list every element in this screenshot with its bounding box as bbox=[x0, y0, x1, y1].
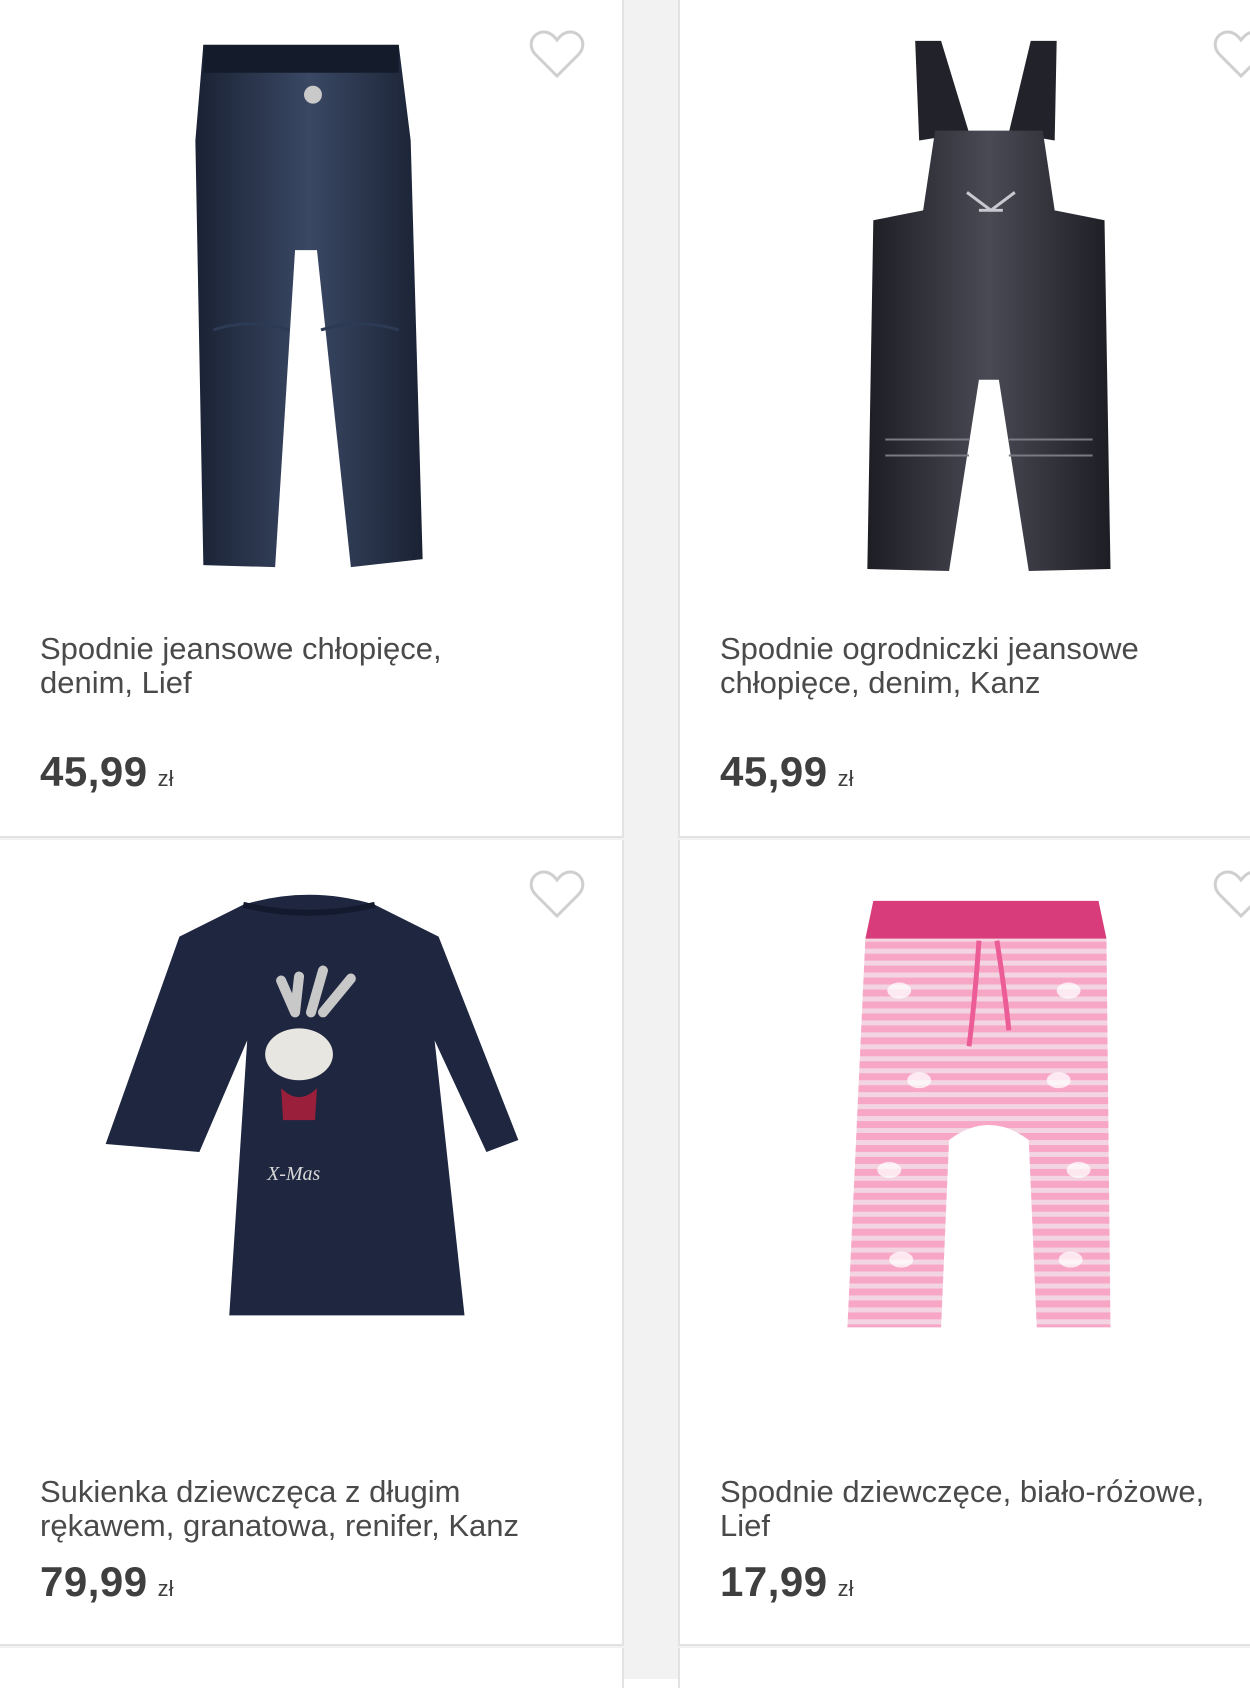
product-card[interactable]: Spodnie jeansowe chłopięce, denim, Lief … bbox=[0, 0, 624, 838]
product-name[interactable]: Spodnie dziewczęce, biało-różowe, Lief bbox=[720, 1475, 1240, 1543]
product-price: 79,99 zł bbox=[40, 1558, 174, 1606]
price-amount: 45,99 bbox=[40, 748, 148, 795]
product-image-pink-pants[interactable] bbox=[680, 840, 1250, 1440]
heart-outline-icon[interactable] bbox=[1212, 868, 1250, 920]
product-name[interactable]: Spodnie jeansowe chłopięce, denim, Lief bbox=[40, 632, 612, 700]
price-amount: 17,99 bbox=[720, 1558, 828, 1605]
product-card-partial[interactable] bbox=[0, 1648, 624, 1688]
price-currency: zł bbox=[837, 1576, 854, 1601]
product-image-jeans[interactable] bbox=[0, 0, 622, 600]
heart-outline-icon[interactable] bbox=[1212, 28, 1250, 80]
product-card[interactable]: Spodnie ogrodniczki jeansowe chłopięce, … bbox=[678, 0, 1250, 838]
svg-text:X-Mas: X-Mas bbox=[266, 1163, 320, 1185]
heart-outline-icon[interactable] bbox=[528, 28, 586, 80]
price-amount: 45,99 bbox=[720, 748, 828, 795]
product-price: 45,99 zł bbox=[720, 748, 854, 796]
product-price: 45,99 zł bbox=[40, 748, 174, 796]
product-image-overalls[interactable] bbox=[680, 0, 1250, 600]
product-image-dress[interactable]: X-Mas bbox=[0, 840, 622, 1440]
product-card[interactable]: Spodnie dziewczęce, biało-różowe, Lief 1… bbox=[678, 840, 1250, 1646]
product-card-partial[interactable] bbox=[678, 1648, 1250, 1688]
product-price: 17,99 zł bbox=[720, 1558, 854, 1606]
price-amount: 79,99 bbox=[40, 1558, 148, 1605]
heart-outline-icon[interactable] bbox=[528, 868, 586, 920]
price-currency: zł bbox=[157, 1576, 174, 1601]
price-currency: zł bbox=[157, 766, 174, 791]
product-name[interactable]: Spodnie ogrodniczki jeansowe chłopięce, … bbox=[720, 632, 1240, 700]
product-card[interactable]: X-Mas Sukienka dziewczęca z długim rękaw… bbox=[0, 840, 624, 1646]
price-currency: zł bbox=[837, 766, 854, 791]
product-grid: Spodnie jeansowe chłopięce, denim, Lief … bbox=[0, 0, 1250, 1688]
product-name[interactable]: Sukienka dziewczęca z długim rękawem, gr… bbox=[40, 1475, 612, 1543]
